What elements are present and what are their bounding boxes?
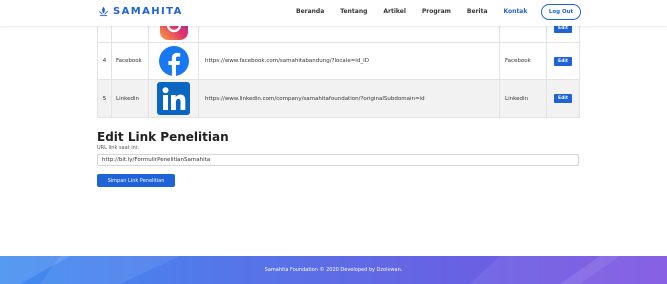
brand-name: SAMAHITA (113, 6, 183, 17)
row-platform: Facebook (499, 43, 546, 79)
research-link-input[interactable]: http://bit.ly/FormulirPenelitianSamahita (97, 154, 579, 166)
row-url: https://www.linkedin.com/company/samahit… (198, 80, 499, 117)
linkedin-icon (148, 80, 198, 117)
row-number: 4 (97, 43, 111, 79)
edit-button[interactable]: Edit (554, 56, 572, 66)
nav-link-program[interactable]: Program (422, 8, 451, 15)
logout-button[interactable]: Log Out (541, 4, 581, 20)
nav-link-tentang[interactable]: Tentang (340, 8, 367, 15)
table-row: 4 Facebook https://www.facebook.com/sama… (97, 43, 580, 80)
row-name: Facebook (111, 43, 148, 79)
nav-link-kontak[interactable]: Kontak (504, 8, 528, 15)
save-link-button[interactable]: Simpan Link Penelitian (97, 174, 175, 187)
row-platform: Linkedin (499, 80, 546, 117)
lotus-icon (98, 6, 109, 17)
row-url: https://www.facebook.com/samahitabandung… (198, 43, 499, 79)
row-action: Edit (546, 80, 580, 117)
row-name: Linkedin (111, 80, 148, 117)
table-row: 5 Linkedin https://www.linkedin.com/comp… (97, 80, 580, 118)
footer: Samahita Foundation © 2020 Developed by … (0, 256, 667, 284)
row-action: Edit (546, 43, 580, 79)
nav-link-beranda[interactable]: Beranda (296, 8, 324, 15)
edit-button[interactable]: Edit (554, 94, 572, 103)
form-label: URL link saat ini: (97, 145, 139, 151)
row-number: 5 (97, 80, 111, 117)
nav-links: Beranda Tentang Artikel Program Berita K… (296, 8, 543, 15)
facebook-icon (148, 43, 198, 79)
brand-logo[interactable]: SAMAHITA (98, 6, 183, 17)
form-title: Edit Link Penelitian (97, 130, 229, 144)
nav-link-berita[interactable]: Berita (467, 8, 488, 15)
top-navbar: SAMAHITA Beranda Tentang Artikel Program… (0, 0, 667, 26)
footer-copyright: Samahita Foundation © 2020 Developed by … (264, 267, 403, 273)
nav-link-artikel[interactable]: Artikel (383, 8, 405, 15)
